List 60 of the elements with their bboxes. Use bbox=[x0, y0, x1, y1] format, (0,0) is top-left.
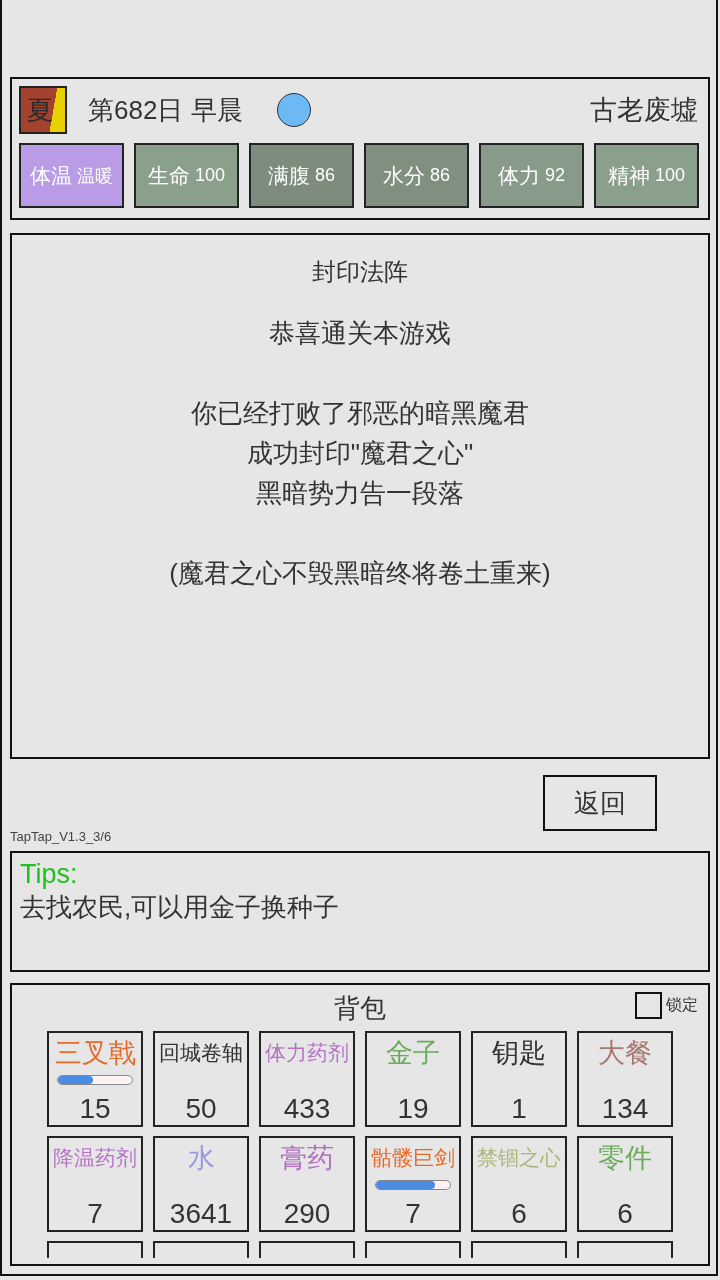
location-label: 古老废墟 bbox=[590, 94, 698, 127]
item-count: 134 bbox=[601, 1094, 649, 1124]
panel-title: 封印法阵 bbox=[312, 257, 408, 287]
item-count: 6 bbox=[617, 1199, 633, 1229]
tips-heading: Tips: bbox=[20, 858, 78, 890]
item-slot[interactable] bbox=[153, 1241, 249, 1258]
season-badge: 夏 bbox=[19, 86, 67, 134]
item-name: 禁锢之心 bbox=[477, 1145, 561, 1171]
item-slot[interactable]: 体力药剂 433 bbox=[259, 1031, 355, 1127]
item-name: 钥匙 bbox=[492, 1037, 546, 1069]
message-line: 黑暗势力告一段落 bbox=[256, 477, 464, 510]
item-count: 6 bbox=[511, 1199, 527, 1229]
stat-button[interactable]: 满腹 86 bbox=[249, 143, 354, 208]
item-slot[interactable]: 禁锢之心 6 bbox=[471, 1136, 567, 1232]
item-slot[interactable] bbox=[471, 1241, 567, 1258]
item-slot[interactable]: 膏药 290 bbox=[259, 1136, 355, 1232]
back-button[interactable]: 返回 bbox=[543, 775, 657, 831]
item-name: 水 bbox=[187, 1142, 215, 1174]
message-line: 成功封印"魔君之心" bbox=[246, 437, 474, 470]
message-line: 你已经打败了邪恶的暗黑魔君 bbox=[191, 397, 529, 430]
item-name: 膏药 bbox=[280, 1142, 334, 1174]
item-name: 零件 bbox=[598, 1142, 652, 1174]
day-time-label: 第682日 早晨 bbox=[88, 93, 243, 127]
item-name: 大餐 bbox=[598, 1037, 652, 1069]
item-slot[interactable]: 回城卷轴 50 bbox=[153, 1031, 249, 1127]
item-count: 290 bbox=[283, 1199, 331, 1229]
version-label: TapTap_V1.3_3/6 bbox=[10, 829, 112, 844]
item-count: 19 bbox=[397, 1094, 429, 1124]
item-slot[interactable]: 降温药剂 7 bbox=[47, 1136, 143, 1232]
message-line: (魔君之心不毁黑暗终将卷土重来) bbox=[169, 557, 551, 590]
item-count: 1 bbox=[511, 1094, 527, 1124]
item-count: 7 bbox=[405, 1199, 421, 1229]
item-name: 三叉戟 bbox=[54, 1037, 136, 1069]
circle-icon bbox=[276, 93, 311, 127]
item-count: 15 bbox=[79, 1094, 111, 1124]
item-count: 50 bbox=[185, 1094, 217, 1124]
item-slot[interactable] bbox=[47, 1241, 143, 1258]
item-slot[interactable] bbox=[365, 1241, 461, 1258]
item-slot[interactable]: 水 3641 bbox=[153, 1136, 249, 1232]
item-name: 降温药剂 bbox=[53, 1145, 137, 1171]
item-name: 回城卷轴 bbox=[159, 1040, 243, 1066]
item-slot[interactable]: 骷髅巨剑 7 bbox=[365, 1136, 461, 1232]
message-line: 恭喜通关本游戏 bbox=[269, 317, 451, 350]
item-count: 3641 bbox=[169, 1199, 233, 1229]
tip-text: 去找农民,可以用金子换种子 bbox=[20, 891, 340, 924]
lock-checkbox[interactable] bbox=[635, 991, 662, 1019]
item-count: 7 bbox=[87, 1199, 103, 1229]
item-count: 433 bbox=[283, 1094, 331, 1124]
item-slot[interactable]: 大餐 134 bbox=[577, 1031, 673, 1127]
item-slot[interactable]: 钥匙 1 bbox=[471, 1031, 567, 1127]
item-slot[interactable] bbox=[577, 1241, 673, 1258]
item-name: 金子 bbox=[386, 1037, 440, 1069]
item-slot[interactable]: 金子 19 bbox=[365, 1031, 461, 1127]
backpack-title: 背包 bbox=[334, 992, 386, 1025]
item-slot[interactable] bbox=[259, 1241, 355, 1258]
lock-label: 锁定 bbox=[666, 994, 698, 1015]
item-name: 体力药剂 bbox=[265, 1040, 349, 1066]
item-name: 骷髅巨剑 bbox=[371, 1145, 455, 1171]
item-slot[interactable]: 零件 6 bbox=[577, 1136, 673, 1232]
item-slot[interactable]: 三叉戟 15 bbox=[47, 1031, 143, 1127]
